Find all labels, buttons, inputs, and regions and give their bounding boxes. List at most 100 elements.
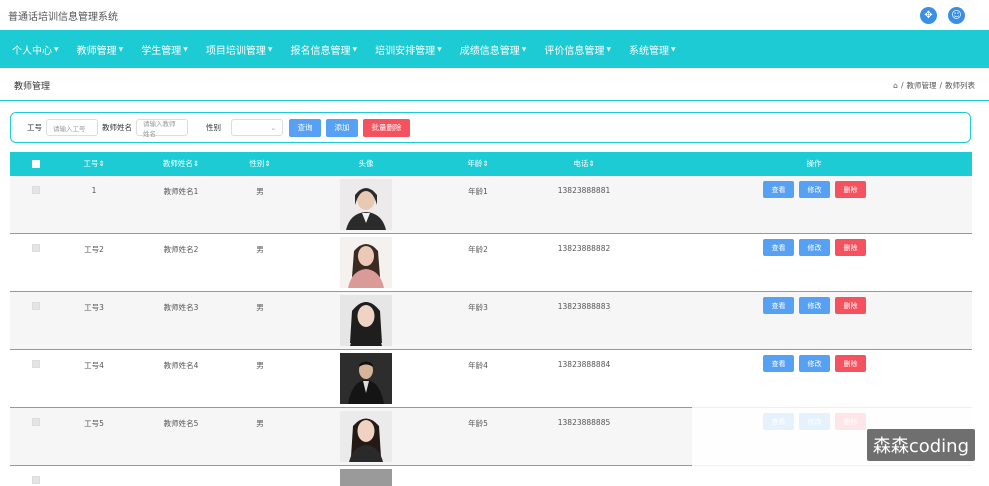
nav-item-projects[interactable]: 项目培训管理 ▼ — [206, 42, 273, 57]
view-button[interactable]: 查看 — [763, 239, 794, 256]
name-label: 教师姓名 — [102, 123, 132, 132]
row-checkbox[interactable] — [32, 244, 40, 252]
cell-gender: 男 — [256, 245, 264, 254]
search-form: 工号 请输入工号 教师姓名 请输入教师姓名 性别 ⌄ 查询 添加 批量删除 — [10, 112, 971, 143]
cell-gonghao: 1 — [91, 186, 97, 195]
cell-name: 教师姓名2 — [163, 245, 199, 254]
avatar — [340, 179, 392, 230]
caret-down-icon: ▼ — [437, 45, 442, 53]
column-header-gonghao[interactable]: 工号⇕ — [83, 152, 104, 176]
user-icon[interactable]: ☺ — [948, 6, 965, 24]
column-header-gender[interactable]: 性别⇕ — [249, 152, 270, 176]
column-header-name[interactable]: 教师姓名⇕ — [163, 152, 199, 176]
gonghao-label: 工号 — [27, 123, 42, 132]
cell-gonghao: 工号2 — [84, 245, 104, 254]
caret-down-icon: ▼ — [267, 45, 273, 53]
view-button[interactable]: 查看 — [763, 181, 794, 198]
gonghao-input[interactable]: 请输入工号 — [46, 119, 98, 136]
nav-item-scores[interactable]: 成绩信息管理 ▼ — [460, 42, 527, 57]
app-title: 普通话培训信息管理系统 — [8, 11, 118, 23]
avatar — [340, 295, 392, 346]
row-checkbox[interactable] — [32, 476, 40, 484]
chevron-down-icon: ⌄ — [270, 123, 276, 132]
row-checkbox[interactable] — [32, 302, 40, 310]
nav-item-evaluations[interactable]: 评价信息管理 ▼ — [544, 42, 611, 57]
avatar — [340, 411, 392, 462]
view-button[interactable]: 查看 — [763, 355, 794, 372]
home-icon[interactable]: ⌂ — [893, 81, 898, 90]
row-checkbox[interactable] — [32, 418, 40, 426]
edit-button[interactable]: 修改 — [799, 355, 830, 372]
table-header: 工号⇕ 教师姓名⇕ 性别⇕ 头像 年龄⇕ 电话⇕ 操作 — [10, 152, 972, 176]
cell-gonghao: 工号3 — [84, 303, 104, 312]
watermark: 森森coding — [866, 429, 975, 461]
cell-name: 教师姓名3 — [163, 303, 199, 312]
delete-button[interactable]: 删除 — [835, 297, 866, 314]
page-header: 教师管理 ⌂ / 教师管理 / 教师列表 — [0, 70, 989, 101]
nav-item-teachers[interactable]: 教师管理 ▼ — [77, 42, 124, 57]
top-bar: 普通话培训信息管理系统 ✥ ☺ — [0, 0, 989, 30]
edit-button[interactable]: 修改 — [799, 181, 830, 198]
breadcrumb-teachers[interactable]: 教师管理 — [906, 80, 936, 91]
column-header-actions: 操作 — [806, 159, 822, 168]
name-input[interactable]: 请输入教师姓名 — [136, 119, 188, 138]
row-checkbox[interactable] — [32, 186, 40, 194]
nav-item-personal-center[interactable]: 个人中心 ▼ — [12, 42, 59, 57]
cell-name: 教师姓名1 — [163, 187, 199, 196]
add-button[interactable]: 添加 — [326, 118, 358, 137]
delete-button[interactable]: 删除 — [835, 181, 866, 198]
cell-gender: 男 — [256, 303, 264, 312]
table-row: 1 教师姓名1 男 年龄1 13823888881 查看 修改 删除 — [10, 176, 972, 234]
cell-phone: 13823888884 — [557, 360, 611, 369]
nav-item-students[interactable]: 学生管理 ▼ — [141, 42, 188, 57]
cell-gonghao: 工号5 — [84, 419, 104, 428]
caret-down-icon: ▼ — [183, 45, 188, 53]
gender-label: 性别 — [206, 123, 221, 132]
column-header-avatar: 头像 — [358, 159, 374, 168]
cell-age: 年龄3 — [468, 303, 488, 312]
breadcrumb-teacher-list: 教师列表 — [945, 80, 975, 90]
gender-select[interactable]: ⌄ — [231, 119, 283, 136]
cell-age: 年龄4 — [468, 361, 488, 370]
cell-age: 年龄5 — [468, 419, 488, 428]
delete-button[interactable]: 删除 — [835, 355, 866, 372]
avatar — [340, 353, 392, 404]
avatar — [340, 469, 392, 486]
cell-age: 年龄2 — [468, 245, 488, 254]
cell-gender: 男 — [256, 419, 264, 428]
edit-button[interactable]: 修改 — [799, 239, 830, 256]
caret-down-icon: ▼ — [54, 45, 59, 53]
main-nav: 个人中心 ▼ 教师管理 ▼ 学生管理 ▼ 项目培训管理 ▼ 报名信息管理 ▼ 培训安排管理… — [0, 30, 989, 68]
breadcrumb: ⌂ / 教师管理 / 教师列表 — [893, 80, 975, 91]
cell-gonghao: 工号4 — [84, 361, 104, 370]
edit-button[interactable]: 修改 — [799, 297, 830, 314]
view-button[interactable]: 查看 — [763, 297, 794, 314]
cell-phone: 13823888883 — [557, 302, 611, 311]
cell-name: 教师姓名5 — [163, 419, 199, 428]
row-checkbox[interactable] — [32, 360, 40, 368]
caret-down-icon: ▼ — [606, 45, 611, 53]
caret-down-icon: ▼ — [671, 45, 676, 53]
search-button[interactable]: 查询 — [289, 118, 321, 137]
nav-item-schedule[interactable]: 培训安排管理 ▼ — [375, 42, 442, 57]
avatar — [340, 237, 392, 288]
column-header-phone[interactable]: 电话⇕ — [573, 152, 594, 176]
caret-down-icon: ▼ — [352, 45, 358, 53]
cell-name: 教师姓名4 — [163, 361, 199, 370]
caret-down-icon: ▼ — [118, 45, 124, 53]
cell-gender: 男 — [256, 187, 264, 196]
fullscreen-icon[interactable]: ✥ — [920, 6, 937, 24]
nav-item-registration[interactable]: 报名信息管理 ▼ — [291, 42, 358, 57]
cell-gender: 男 — [256, 361, 264, 370]
cell-age: 年龄1 — [468, 187, 488, 196]
cell-phone: 13823888881 — [557, 186, 611, 195]
caret-down-icon: ▼ — [521, 45, 527, 53]
batch-delete-button[interactable]: 批量删除 — [363, 118, 410, 137]
nav-item-system[interactable]: 系统管理 ▼ — [629, 42, 676, 57]
delete-button[interactable]: 删除 — [835, 239, 866, 256]
table-row: 工号2 教师姓名2 男 年龄2 13823888882 查看 修改 删除 — [10, 234, 972, 292]
select-all-checkbox[interactable] — [32, 160, 40, 168]
page-title: 教师管理 — [14, 81, 51, 92]
column-header-age[interactable]: 年龄⇕ — [467, 152, 488, 176]
cell-phone: 13823888882 — [557, 244, 611, 253]
